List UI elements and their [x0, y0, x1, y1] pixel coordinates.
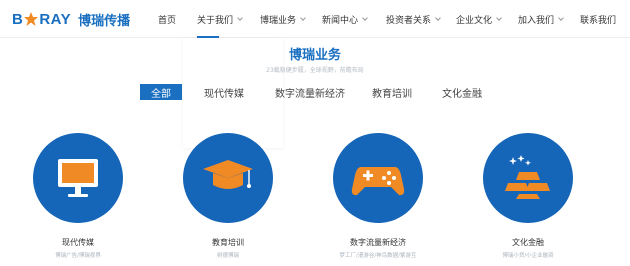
nav-investors[interactable]: 投资者关系	[386, 13, 441, 26]
chevron-down-icon	[435, 15, 441, 21]
logo-wordmark: B RAY	[12, 10, 72, 28]
tab-education[interactable]: 教育培训	[366, 84, 418, 100]
card-desc: 树德博瑞	[216, 253, 239, 259]
nav-culture[interactable]: 企业文化	[456, 13, 502, 26]
card-desc: 博瑞广告/博瑞视界	[55, 253, 101, 259]
business-card-education[interactable]	[183, 133, 273, 223]
graduation-cap-icon	[203, 160, 253, 189]
gold-bars-icon	[505, 155, 550, 199]
nav-home[interactable]: 首页	[158, 13, 176, 26]
chevron-down-icon	[300, 15, 306, 21]
card-name: 教育培训	[212, 238, 244, 247]
logo-cn: 博瑞传播	[78, 13, 131, 29]
tab-modern-media[interactable]: 现代传媒	[198, 84, 250, 100]
card-name: 现代传媒	[62, 238, 94, 247]
nav-join[interactable]: 加入我们	[518, 13, 564, 26]
nav-news[interactable]: 新闻中心	[322, 13, 368, 26]
tab-digital-economy[interactable]: 数字流量新经济	[268, 84, 352, 100]
tab-all[interactable]: 全部	[140, 84, 182, 100]
nav-business[interactable]: 博瑞业务	[260, 13, 306, 26]
dropdown-indicator	[197, 36, 219, 38]
business-card-finance[interactable]	[483, 133, 573, 223]
card-name: 数字流量新经济	[350, 238, 406, 247]
section-subtitle: 23载稳健步履，全球视野，前瞻布局	[266, 67, 364, 74]
card-desc: 梦工厂/漫游谷/神鸟数据/紫游互	[339, 253, 417, 259]
logo[interactable]: B RAY 博瑞传播	[12, 10, 131, 29]
card-desc: 博瑞小贷/小企业融资	[502, 253, 554, 259]
tab-culture-finance[interactable]: 文化金融	[436, 84, 488, 100]
card-name: 文化金融	[512, 238, 544, 247]
business-card-media[interactable]	[33, 133, 123, 223]
monitor-icon	[58, 159, 98, 197]
gamepad-icon	[351, 167, 405, 196]
site-header: B RAY 博瑞传播 首页 关于我们 博瑞业务 新闻中心 投资者关系 企业文化 …	[0, 0, 630, 38]
star-icon	[24, 12, 39, 26]
chevron-down-icon	[237, 15, 243, 21]
chevron-down-icon	[362, 15, 368, 21]
section-title: 博瑞业务	[288, 48, 341, 63]
nav-about[interactable]: 关于我们	[197, 13, 243, 26]
business-card-digital[interactable]	[333, 133, 423, 223]
nav-contact[interactable]: 联系我们	[580, 13, 616, 26]
chevron-down-icon	[558, 15, 564, 21]
chevron-down-icon	[496, 15, 502, 21]
